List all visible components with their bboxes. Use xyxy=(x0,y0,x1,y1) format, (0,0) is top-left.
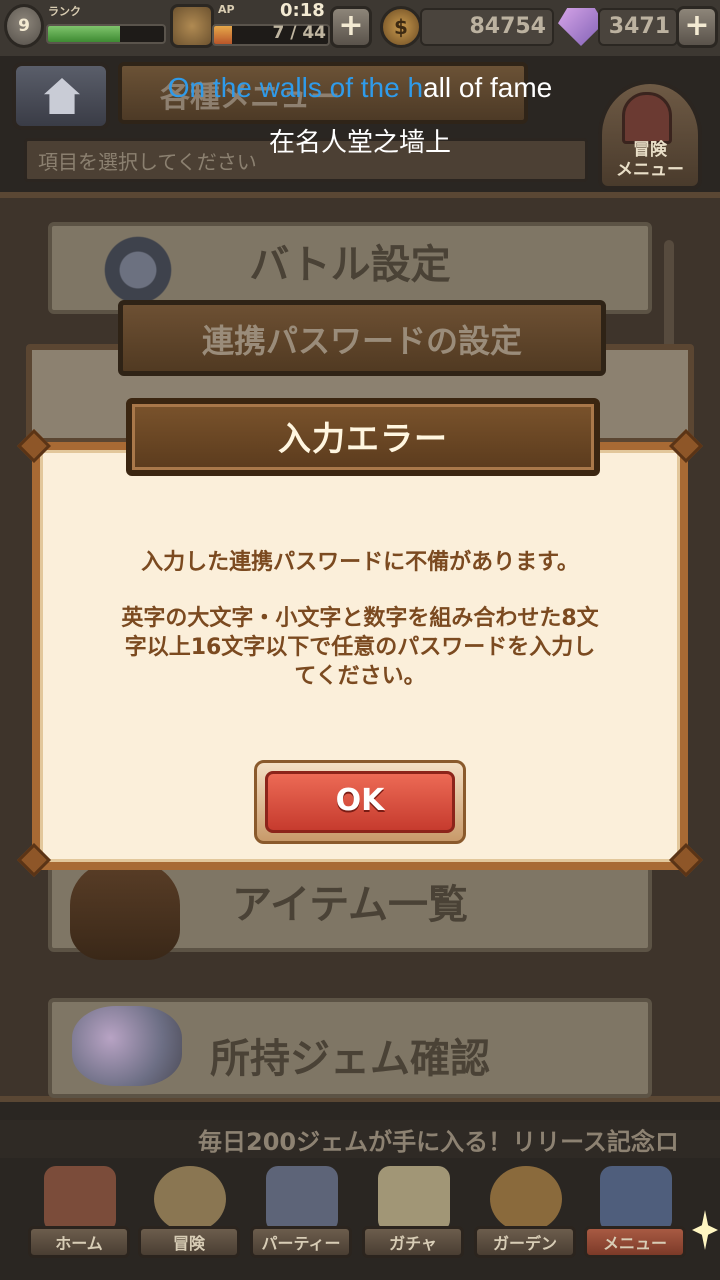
subtitle-rest: all of fame xyxy=(423,72,553,103)
nav-menu[interactable]: メニュー xyxy=(584,1166,686,1266)
menu-item-label: 所持ジェム確認 xyxy=(210,1036,490,1082)
nav-garden[interactable]: ガーデン xyxy=(474,1166,576,1266)
error-message-line: 字以上16文字以下で任意のパスワードを入力し xyxy=(124,635,596,660)
chess-pieces-icon xyxy=(266,1166,338,1232)
gem-count: 3471 xyxy=(598,8,678,46)
ap-timer: 0:18 xyxy=(280,0,325,21)
link-password-dialog-title: 連携パスワードの設定 xyxy=(201,322,522,360)
ap-recover-button[interactable]: + xyxy=(330,6,372,48)
buy-gems-button[interactable]: + xyxy=(676,6,718,48)
nav-home[interactable]: ホーム xyxy=(28,1166,130,1266)
menu-item-label: バトル設定 xyxy=(249,242,451,288)
nav-label: ホーム xyxy=(55,1234,103,1253)
basket-icon xyxy=(490,1166,562,1232)
rank-progress-fill xyxy=(48,26,120,42)
news-ticker-text: 毎日200ジェムが手に入る！リリース記念ロ xyxy=(198,1128,679,1156)
error-message-line: 入力した連携パスワードに不備があります。 xyxy=(141,550,579,575)
coin-count: 84754 xyxy=(420,8,554,46)
error-message-line: 英字の大文字・小文字と数字を組み合わせた8文 xyxy=(121,606,599,631)
menu-item-label: アイテム一覧 xyxy=(232,882,468,928)
ok-button-label: OK xyxy=(265,771,455,833)
coin-icon: $ xyxy=(380,6,422,48)
nav-label: ガーデン xyxy=(492,1234,557,1253)
nav-adventure[interactable]: 冒険 xyxy=(138,1166,240,1266)
house-icon xyxy=(44,1166,116,1232)
nav-label: ガチャ xyxy=(389,1234,437,1253)
book-icon xyxy=(600,1166,672,1232)
nav-label: 冒険 xyxy=(172,1234,205,1253)
error-message-line: てください。 xyxy=(294,664,426,689)
nav-party[interactable]: パーティー xyxy=(250,1166,352,1266)
rank-label: ランク xyxy=(48,5,81,18)
nav-label: メニュー xyxy=(602,1234,667,1253)
english-subtitle: On the walls of the hall of fame xyxy=(0,72,720,104)
nav-label: パーティー xyxy=(261,1234,341,1253)
ap-label: AP xyxy=(218,3,235,16)
error-dialog-title: 入力エラー xyxy=(278,419,448,458)
ap-value: 7 / 44 xyxy=(272,23,326,43)
map-compass-icon xyxy=(154,1166,226,1232)
ok-button[interactable]: OK xyxy=(254,760,466,844)
ap-icon xyxy=(170,4,214,48)
nav-gacha[interactable]: ガチャ xyxy=(362,1166,464,1266)
rank-progress-bar xyxy=(46,24,166,44)
dice-icon xyxy=(378,1166,450,1232)
rank-level-badge: 9 xyxy=(4,4,44,48)
chinese-subtitle: 在名人堂之墙上 xyxy=(268,128,451,158)
subtitle-highlight: On the walls of the h xyxy=(167,72,424,103)
